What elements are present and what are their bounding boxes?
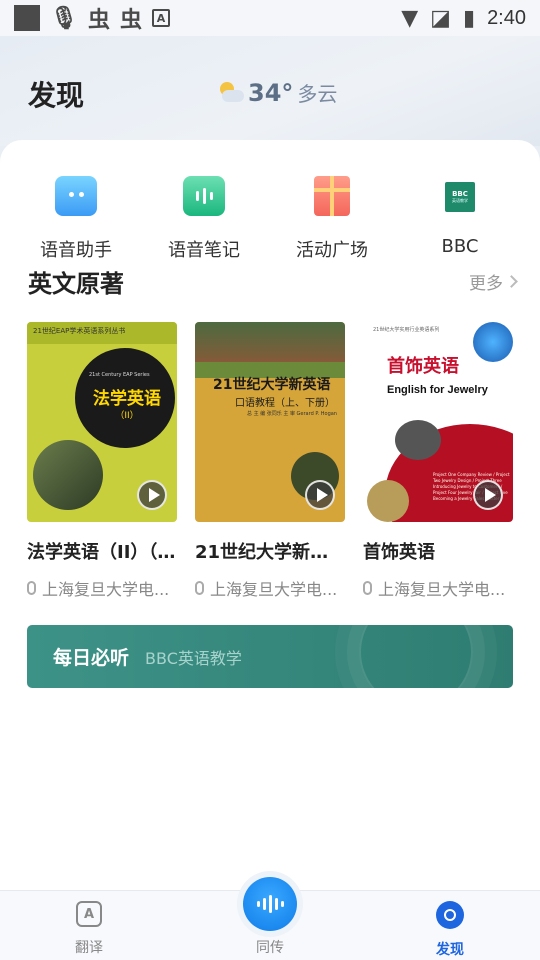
book-list: 21世纪EAP学术英语系列丛书 21st Century EAP Series …: [27, 322, 513, 600]
book-publisher: 上海复旦大学电...: [27, 576, 177, 600]
book-publisher: 上海复旦大学电...: [363, 576, 513, 600]
cover-series: 21世纪EAP学术英语系列丛书: [33, 327, 126, 335]
microphone-icon: [195, 581, 204, 595]
cover-title-en: English for Jewelry: [387, 384, 488, 396]
tab-translate[interactable]: A 翻译: [49, 901, 129, 957]
play-icon[interactable]: [137, 480, 167, 510]
quick-action-bbc[interactable]: BBC 英语教学 BBC: [396, 176, 524, 262]
cover-title: 首饰英语: [387, 356, 459, 377]
tab-label: 翻译: [75, 940, 103, 956]
sound-wave-icon: [256, 895, 284, 913]
quick-action-label: 活动广场: [296, 240, 368, 261]
publisher-text: 上海复旦大学电...: [42, 580, 170, 599]
status-bar: 🎙 虫 虫 A ▼ ◪ ▮ 2:40: [0, 0, 540, 36]
book-title: 法学英语（II）（...: [27, 542, 177, 563]
book-cover[interactable]: 21世纪大学实用行业英语系列 首饰英语 English for Jewelry …: [363, 322, 513, 522]
quick-actions: 语音助手 语音笔记 活动广场 BBC 英语教学 BBC: [0, 176, 540, 262]
wifi-icon: ▼: [401, 5, 419, 31]
cover-authors: 总 主 编 张同乐 主 审 Gerard P. Hogan: [247, 411, 337, 417]
clock: 2:40: [487, 6, 526, 29]
weather-widget[interactable]: 34° 多云: [216, 78, 337, 107]
quick-action-label: 语音助手: [40, 240, 112, 261]
cover-series-en: 21st Century EAP Series: [89, 372, 150, 378]
no-signal-icon: ◪: [430, 5, 451, 31]
notification-square-icon: [14, 5, 40, 31]
banner-title: 每日必听: [53, 647, 130, 669]
banner-subtitle: BBC英语教学: [145, 648, 242, 668]
cover-photo: [367, 480, 409, 522]
tab-label: 同传: [256, 940, 284, 956]
publisher-text: 上海复旦大学电...: [210, 580, 338, 599]
quick-action-voice-assistant[interactable]: 语音助手: [12, 176, 140, 262]
book-cover[interactable]: 21世纪EAP学术英语系列丛书 21st Century EAP Series …: [27, 322, 177, 522]
quick-action-voice-notes[interactable]: 语音笔记: [140, 176, 268, 262]
play-icon[interactable]: [473, 480, 503, 510]
more-label: 更多: [469, 274, 503, 294]
temperature: 34°: [248, 79, 294, 107]
battery-charging-icon: ▮: [462, 5, 476, 31]
cover-subtitle: 口语教程（上、下册）: [235, 398, 335, 409]
book-cover[interactable]: 21世纪大学新英语 口语教程（上、下册） 总 主 编 张同乐 主 审 Gerar…: [195, 322, 345, 522]
translate-icon: A: [76, 901, 102, 927]
gift-icon: [314, 176, 350, 216]
book-card[interactable]: 21世纪大学新英语 口语教程（上、下册） 总 主 编 张同乐 主 审 Gerar…: [195, 322, 345, 600]
header: 发现 34° 多云: [0, 36, 540, 146]
simultaneous-interpretation-button[interactable]: [243, 877, 297, 931]
bottom-nav: A 翻译 同传 发现: [0, 877, 540, 960]
bug-icon: 虫: [119, 8, 142, 33]
page-title: 发现: [28, 79, 85, 112]
quick-action-label: 语音笔记: [168, 240, 240, 261]
book-card[interactable]: 21世纪大学实用行业英语系列 首饰英语 English for Jewelry …: [363, 322, 513, 600]
bbc-icon-sub: 英语教学: [452, 198, 468, 203]
quick-action-label: BBC: [441, 236, 479, 257]
play-icon[interactable]: [305, 480, 335, 510]
partly-cloudy-icon: [216, 81, 244, 104]
section-title: 英文原著: [28, 270, 124, 298]
bbc-icon-brand: BBC: [452, 190, 468, 198]
more-link[interactable]: 更多: [469, 269, 518, 294]
daily-listening-banner[interactable]: 每日必听 BBC英语教学: [27, 625, 513, 688]
cover-photo: [395, 420, 441, 460]
quick-action-events[interactable]: 活动广场: [268, 176, 396, 262]
chevron-right-icon: [505, 275, 518, 288]
weather-description: 多云: [297, 82, 338, 106]
robot-chat-icon: [55, 176, 97, 216]
cover-photo: [33, 440, 103, 510]
tab-label: 发现: [436, 942, 464, 958]
book-title: 首饰英语: [363, 542, 435, 563]
book-card[interactable]: 21世纪EAP学术英语系列丛书 21st Century EAP Series …: [27, 322, 177, 600]
bbc-icon: BBC 英语教学: [445, 182, 475, 212]
microphone-icon: [27, 581, 36, 595]
voice-note-icon: [183, 176, 225, 216]
cover-series: 21世纪大学实用行业英语系列: [373, 327, 440, 333]
microphone-icon: [363, 581, 372, 595]
microphone-status-icon: 🎙: [50, 5, 78, 31]
tab-discover[interactable]: 发现: [410, 901, 490, 959]
main-content: 语音助手 语音笔记 活动广场 BBC 英语教学 BBC 英文原著 更多 21世纪…: [0, 140, 540, 890]
publisher-text: 上海复旦大学电...: [378, 580, 506, 599]
cover-title: 21世纪大学新英语: [213, 377, 331, 393]
bug-icon: 虫: [87, 8, 110, 33]
gem-image: [473, 322, 513, 362]
discover-icon: [436, 901, 464, 929]
book-title: 21世纪大学新英...: [195, 542, 345, 563]
section-header: 英文原著 更多: [28, 264, 518, 299]
keyboard-a-icon: A: [151, 9, 170, 27]
book-publisher: 上海复旦大学电...: [195, 576, 345, 600]
cover-subtitle: （II）: [115, 411, 139, 421]
cover-title: 法学英语: [93, 389, 161, 409]
